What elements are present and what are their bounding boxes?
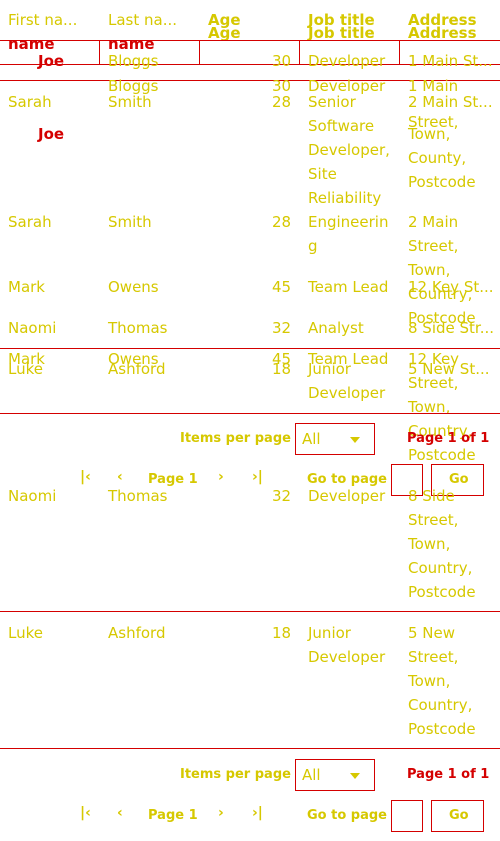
column-header-job-title-ghost: Job title <box>308 24 375 42</box>
cell-first-name: Luke <box>8 624 43 642</box>
page-of-label: Page 1 of 1 <box>407 431 490 446</box>
cell-last-name: Owens <box>108 278 159 296</box>
cell-job-title: Developer <box>308 648 386 666</box>
column-divider <box>399 40 400 64</box>
cell-last-name: Thomas <box>108 487 168 505</box>
cell-first-name: Naomi <box>8 319 57 337</box>
cell-address: Postcode <box>408 583 476 601</box>
column-divider <box>99 40 100 64</box>
header-divider <box>0 40 500 41</box>
first-page-icon[interactable]: |‹ <box>80 805 91 821</box>
last-page-icon[interactable]: ›| <box>252 805 263 821</box>
cell-age: 28 <box>272 93 292 111</box>
current-page-label: Page 1 <box>148 808 198 823</box>
cell-address: 2 Main <box>408 213 459 231</box>
cell-first-name: Joe <box>38 52 65 70</box>
cell-job-title: Developer, <box>308 141 390 159</box>
cell-first-name: Joe <box>38 125 65 143</box>
cell-job-title: g <box>308 237 318 255</box>
cell-last-name: Smith <box>108 213 152 231</box>
cell-address: 5 New <box>408 624 456 642</box>
column-header-last-name[interactable]: Last na... <box>108 8 177 32</box>
cell-job-title: Developer <box>308 384 386 402</box>
next-page-icon[interactable]: › <box>218 805 224 821</box>
items-per-page-label: Items per page <box>180 767 291 782</box>
go-button-label: Go <box>449 808 469 823</box>
cell-job-title: Developer <box>308 52 386 70</box>
next-page-icon[interactable]: › <box>218 469 224 485</box>
cell-address: Country, <box>408 285 473 303</box>
cell-address: 8 Side Str... <box>408 319 495 337</box>
cell-address: Town, <box>408 125 451 143</box>
cell-address: Postcode <box>408 720 476 738</box>
cell-job-title: Engineerin <box>308 213 389 231</box>
cell-last-name: Ashford <box>108 360 166 378</box>
cell-job-title: Site <box>308 165 337 183</box>
row-divider <box>0 748 500 749</box>
cell-age: 28 <box>272 213 292 231</box>
row-divider <box>0 413 500 414</box>
cell-address: Street, <box>408 237 459 255</box>
cell-job-title: Junior <box>308 624 351 642</box>
cell-age: 30 <box>272 52 292 70</box>
cell-address: Town, <box>408 535 451 553</box>
cell-first-name: Naomi <box>8 487 57 505</box>
cell-address: Town, <box>408 398 451 416</box>
cell-first-name: Sarah <box>8 213 52 231</box>
cell-first-name: Mark <box>8 278 45 296</box>
column-divider <box>199 40 200 64</box>
cell-job-title: Senior <box>308 93 356 111</box>
items-per-page-select[interactable]: All <box>295 759 375 791</box>
cell-job-title: Reliability <box>308 189 382 207</box>
go-to-page-input[interactable] <box>391 800 423 832</box>
cell-address: County, <box>408 149 467 167</box>
page-of-label: Page 1 of 1 <box>407 767 490 782</box>
cell-address: 1 Main St... <box>408 52 493 70</box>
cell-last-name: Smith <box>108 93 152 111</box>
column-header-address-ghost: Address <box>408 24 477 42</box>
cell-job-title: Developer <box>308 487 386 505</box>
cell-last-name: Ashford <box>108 624 166 642</box>
cell-age: 45 <box>272 278 292 296</box>
last-page-icon[interactable]: ›| <box>252 469 263 485</box>
cell-address: Country, <box>408 696 473 714</box>
cell-first-name: Sarah <box>8 93 52 111</box>
cell-job-title: Analyst <box>308 319 364 337</box>
chevron-down-icon <box>350 437 360 443</box>
previous-page-icon[interactable]: ‹ <box>117 469 123 485</box>
go-to-page-label: Go to page <box>307 808 387 823</box>
column-divider <box>299 40 300 64</box>
column-header-age-ghost: Age <box>208 24 241 42</box>
row-divider <box>0 611 500 612</box>
cell-first-name: Luke <box>8 360 43 378</box>
cell-age: 32 <box>272 319 292 337</box>
cell-last-name: Bloggs <box>108 52 159 70</box>
cell-address: Town, <box>408 672 451 690</box>
first-page-icon[interactable]: |‹ <box>80 469 91 485</box>
cell-address: Street, <box>408 374 459 392</box>
column-header-first-name[interactable]: First na... <box>8 8 77 32</box>
cell-age: 18 <box>272 360 292 378</box>
cell-address: Street, <box>408 648 459 666</box>
cell-job-title: Software <box>308 117 375 135</box>
cell-job-title: Junior <box>308 360 351 378</box>
items-per-page-value: All <box>302 766 321 784</box>
cell-address: Postcode <box>408 173 476 191</box>
cell-age: 32 <box>272 487 292 505</box>
items-per-page-select[interactable]: All <box>295 423 375 455</box>
items-per-page-label: Items per page <box>180 431 291 446</box>
cell-job-title: Team Lead <box>308 278 389 296</box>
cell-address: 8 Side <box>408 487 455 505</box>
cell-last-name: Thomas <box>108 319 168 337</box>
cell-address: Country, <box>408 559 473 577</box>
chevron-down-icon <box>350 773 360 779</box>
items-per-page-value: All <box>302 430 321 448</box>
cell-address: Street, <box>408 511 459 529</box>
cell-age: 18 <box>272 624 292 642</box>
go-button[interactable]: Go <box>431 800 484 832</box>
previous-page-icon[interactable]: ‹ <box>117 805 123 821</box>
